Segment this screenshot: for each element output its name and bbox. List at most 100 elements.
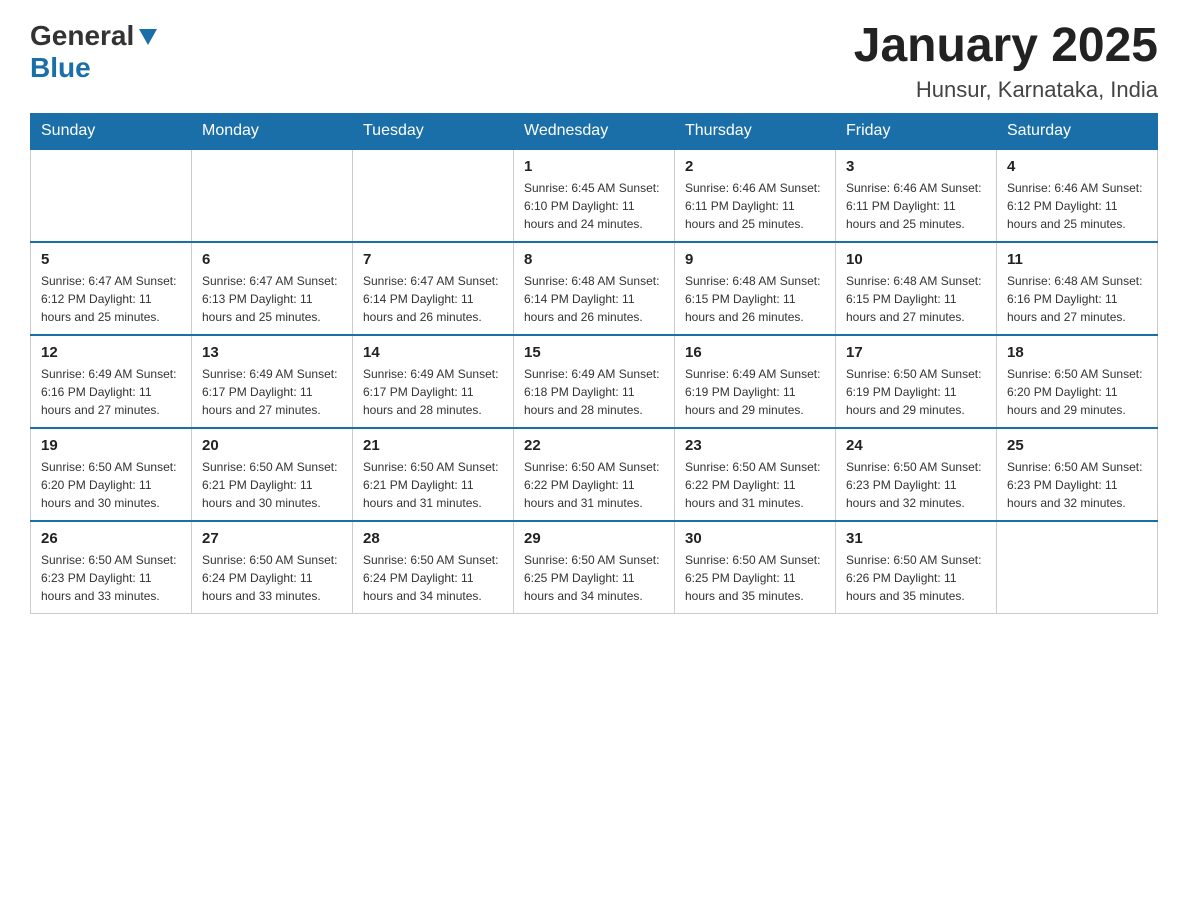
calendar-header-row: SundayMondayTuesdayWednesdayThursdayFrid…	[31, 113, 1158, 149]
day-number: 11	[1007, 251, 1147, 268]
day-info: Sunrise: 6:48 AM Sunset: 6:16 PM Dayligh…	[1007, 272, 1147, 326]
calendar-cell: 20 Sunrise: 6:50 AM Sunset: 6:21 PM Dayli…	[192, 428, 353, 521]
calendar-cell: 5 Sunrise: 6:47 AM Sunset: 6:12 PM Daylig…	[31, 242, 192, 335]
day-number: 9	[685, 251, 825, 268]
day-info: Sunrise: 6:50 AM Sunset: 6:20 PM Dayligh…	[41, 458, 181, 512]
day-number: 8	[524, 251, 664, 268]
calendar-header-thursday: Thursday	[675, 113, 836, 149]
calendar-cell: 2 Sunrise: 6:46 AM Sunset: 6:11 PM Daylig…	[675, 149, 836, 242]
calendar-cell: 17 Sunrise: 6:50 AM Sunset: 6:19 PM Dayli…	[836, 335, 997, 428]
day-info: Sunrise: 6:47 AM Sunset: 6:12 PM Dayligh…	[41, 272, 181, 326]
calendar-cell: 7 Sunrise: 6:47 AM Sunset: 6:14 PM Daylig…	[353, 242, 514, 335]
day-info: Sunrise: 6:48 AM Sunset: 6:14 PM Dayligh…	[524, 272, 664, 326]
day-number: 22	[524, 437, 664, 454]
calendar-header-friday: Friday	[836, 113, 997, 149]
day-number: 24	[846, 437, 986, 454]
day-number: 2	[685, 158, 825, 175]
day-info: Sunrise: 6:45 AM Sunset: 6:10 PM Dayligh…	[524, 179, 664, 233]
day-number: 19	[41, 437, 181, 454]
calendar-week-3: 12 Sunrise: 6:49 AM Sunset: 6:16 PM Dayli…	[31, 335, 1158, 428]
day-number: 16	[685, 344, 825, 361]
day-info: Sunrise: 6:50 AM Sunset: 6:25 PM Dayligh…	[685, 551, 825, 605]
calendar-cell: 27 Sunrise: 6:50 AM Sunset: 6:24 PM Dayli…	[192, 521, 353, 614]
day-number: 25	[1007, 437, 1147, 454]
calendar-cell	[997, 521, 1158, 614]
calendar-cell: 30 Sunrise: 6:50 AM Sunset: 6:25 PM Dayli…	[675, 521, 836, 614]
day-number: 7	[363, 251, 503, 268]
day-info: Sunrise: 6:50 AM Sunset: 6:19 PM Dayligh…	[846, 365, 986, 419]
day-info: Sunrise: 6:49 AM Sunset: 6:18 PM Dayligh…	[524, 365, 664, 419]
logo-general-text: General	[30, 20, 134, 52]
logo-arrow-icon	[137, 25, 159, 47]
day-number: 23	[685, 437, 825, 454]
calendar-week-4: 19 Sunrise: 6:50 AM Sunset: 6:20 PM Dayli…	[31, 428, 1158, 521]
calendar-cell: 28Sunrise: 6:50 AM Sunset: 6:24 PM Dayli…	[353, 521, 514, 614]
calendar-cell: 1Sunrise: 6:45 AM Sunset: 6:10 PM Daylig…	[514, 149, 675, 242]
day-number: 21	[363, 437, 503, 454]
day-info: Sunrise: 6:50 AM Sunset: 6:23 PM Dayligh…	[41, 551, 181, 605]
calendar-cell: 26Sunrise: 6:50 AM Sunset: 6:23 PM Dayli…	[31, 521, 192, 614]
calendar-cell: 6Sunrise: 6:47 AM Sunset: 6:13 PM Daylig…	[192, 242, 353, 335]
page-header: General Blue January 2025 Hunsur, Karnat…	[30, 20, 1158, 103]
calendar-week-2: 5 Sunrise: 6:47 AM Sunset: 6:12 PM Daylig…	[31, 242, 1158, 335]
day-info: Sunrise: 6:50 AM Sunset: 6:21 PM Dayligh…	[202, 458, 342, 512]
calendar-cell: 23 Sunrise: 6:50 AM Sunset: 6:22 PM Dayli…	[675, 428, 836, 521]
day-info: Sunrise: 6:50 AM Sunset: 6:26 PM Dayligh…	[846, 551, 986, 605]
day-info: Sunrise: 6:50 AM Sunset: 6:20 PM Dayligh…	[1007, 365, 1147, 419]
logo: General Blue	[30, 20, 159, 84]
calendar-cell: 25 Sunrise: 6:50 AM Sunset: 6:23 PM Dayli…	[997, 428, 1158, 521]
calendar-cell: 19 Sunrise: 6:50 AM Sunset: 6:20 PM Dayli…	[31, 428, 192, 521]
calendar-header-tuesday: Tuesday	[353, 113, 514, 149]
calendar-cell: 14 Sunrise: 6:49 AM Sunset: 6:17 PM Dayli…	[353, 335, 514, 428]
day-number: 20	[202, 437, 342, 454]
logo-blue-text: Blue	[30, 52, 91, 83]
day-info: Sunrise: 6:50 AM Sunset: 6:23 PM Dayligh…	[846, 458, 986, 512]
calendar-week-5: 26Sunrise: 6:50 AM Sunset: 6:23 PM Dayli…	[31, 521, 1158, 614]
day-number: 5	[41, 251, 181, 268]
day-info: Sunrise: 6:47 AM Sunset: 6:14 PM Dayligh…	[363, 272, 503, 326]
day-info: Sunrise: 6:50 AM Sunset: 6:21 PM Dayligh…	[363, 458, 503, 512]
day-number: 14	[363, 344, 503, 361]
day-number: 10	[846, 251, 986, 268]
day-number: 12	[41, 344, 181, 361]
day-number: 27	[202, 530, 342, 547]
day-number: 6	[202, 251, 342, 268]
calendar-cell	[353, 149, 514, 242]
calendar-cell: 16 Sunrise: 6:49 AM Sunset: 6:19 PM Dayli…	[675, 335, 836, 428]
calendar-header-monday: Monday	[192, 113, 353, 149]
calendar-cell: 8 Sunrise: 6:48 AM Sunset: 6:14 PM Daylig…	[514, 242, 675, 335]
day-number: 4	[1007, 158, 1147, 175]
day-number: 15	[524, 344, 664, 361]
day-info: Sunrise: 6:50 AM Sunset: 6:22 PM Dayligh…	[685, 458, 825, 512]
calendar-cell	[192, 149, 353, 242]
day-info: Sunrise: 6:49 AM Sunset: 6:19 PM Dayligh…	[685, 365, 825, 419]
calendar-cell: 12 Sunrise: 6:49 AM Sunset: 6:16 PM Dayli…	[31, 335, 192, 428]
day-number: 18	[1007, 344, 1147, 361]
day-number: 30	[685, 530, 825, 547]
calendar-week-1: 1Sunrise: 6:45 AM Sunset: 6:10 PM Daylig…	[31, 149, 1158, 242]
calendar-cell: 13Sunrise: 6:49 AM Sunset: 6:17 PM Dayli…	[192, 335, 353, 428]
calendar-cell: 11 Sunrise: 6:48 AM Sunset: 6:16 PM Dayli…	[997, 242, 1158, 335]
day-info: Sunrise: 6:46 AM Sunset: 6:12 PM Dayligh…	[1007, 179, 1147, 233]
calendar-cell: 4 Sunrise: 6:46 AM Sunset: 6:12 PM Daylig…	[997, 149, 1158, 242]
calendar-cell	[31, 149, 192, 242]
day-info: Sunrise: 6:50 AM Sunset: 6:24 PM Dayligh…	[202, 551, 342, 605]
day-info: Sunrise: 6:50 AM Sunset: 6:23 PM Dayligh…	[1007, 458, 1147, 512]
day-number: 31	[846, 530, 986, 547]
day-number: 28	[363, 530, 503, 547]
day-info: Sunrise: 6:49 AM Sunset: 6:16 PM Dayligh…	[41, 365, 181, 419]
calendar-cell: 21 Sunrise: 6:50 AM Sunset: 6:21 PM Dayli…	[353, 428, 514, 521]
day-number: 3	[846, 158, 986, 175]
day-info: Sunrise: 6:48 AM Sunset: 6:15 PM Dayligh…	[846, 272, 986, 326]
day-info: Sunrise: 6:46 AM Sunset: 6:11 PM Dayligh…	[685, 179, 825, 233]
page-subtitle: Hunsur, Karnataka, India	[854, 77, 1158, 103]
calendar-header-wednesday: Wednesday	[514, 113, 675, 149]
calendar-cell: 24 Sunrise: 6:50 AM Sunset: 6:23 PM Dayli…	[836, 428, 997, 521]
calendar-cell: 31 Sunrise: 6:50 AM Sunset: 6:26 PM Dayli…	[836, 521, 997, 614]
day-number: 17	[846, 344, 986, 361]
day-info: Sunrise: 6:50 AM Sunset: 6:22 PM Dayligh…	[524, 458, 664, 512]
day-info: Sunrise: 6:46 AM Sunset: 6:11 PM Dayligh…	[846, 179, 986, 233]
day-info: Sunrise: 6:49 AM Sunset: 6:17 PM Dayligh…	[363, 365, 503, 419]
calendar-cell: 22 Sunrise: 6:50 AM Sunset: 6:22 PM Dayli…	[514, 428, 675, 521]
calendar-header-saturday: Saturday	[997, 113, 1158, 149]
